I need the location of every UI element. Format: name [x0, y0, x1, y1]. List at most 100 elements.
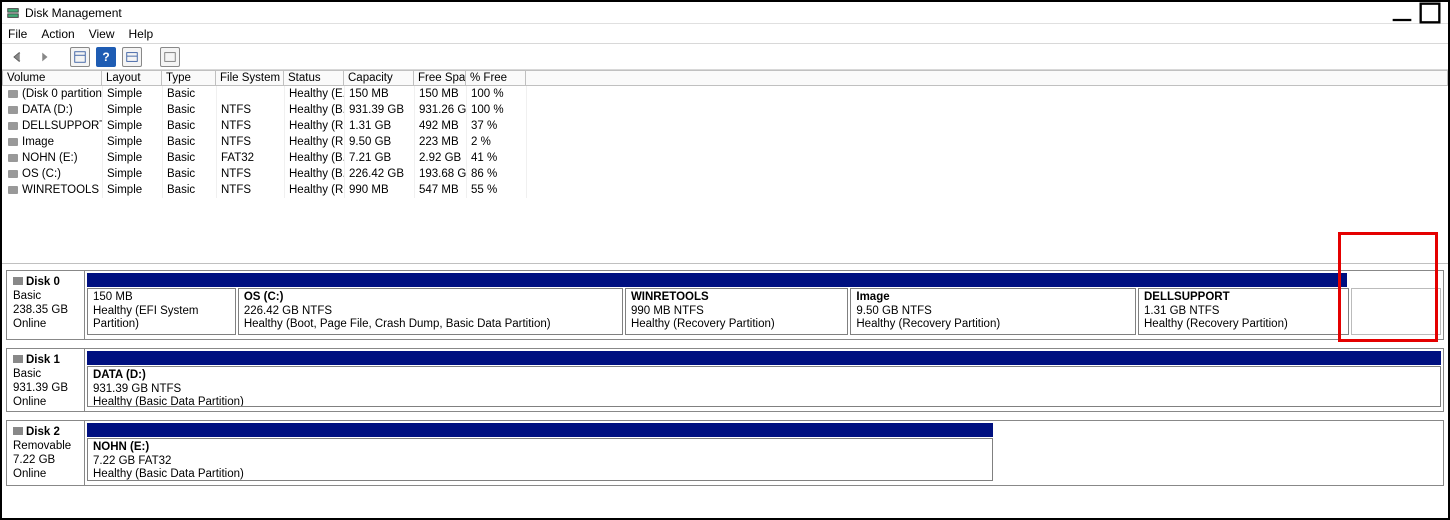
- cell: Healthy (E...: [284, 86, 344, 102]
- table-row[interactable]: (Disk 0 partition 1)SimpleBasicHealthy (…: [2, 86, 1448, 102]
- menu-view[interactable]: View: [89, 27, 115, 41]
- cell: Image: [2, 134, 102, 150]
- cell: 223 MB: [414, 134, 466, 150]
- volume-table: Volume Layout Type File System Status Ca…: [2, 70, 1448, 264]
- cell: Simple: [102, 166, 162, 182]
- volume-icon: [8, 170, 18, 178]
- partition-size: 1.31 GB NTFS: [1144, 305, 1343, 319]
- partition-title: OS (C:): [244, 291, 617, 305]
- app-icon: [6, 6, 20, 20]
- table-row[interactable]: OS (C:)SimpleBasicNTFSHealthy (B...226.4…: [2, 166, 1448, 182]
- cell: NTFS: [216, 182, 284, 198]
- title-bar: Disk Management: [2, 2, 1448, 24]
- partition-size: 990 MB NTFS: [631, 305, 842, 319]
- cell: Basic: [162, 166, 216, 182]
- col-layout[interactable]: Layout: [102, 70, 162, 86]
- volume-icon: [8, 90, 18, 98]
- toolbar-button-1[interactable]: [70, 47, 90, 67]
- table-row[interactable]: DATA (D:)SimpleBasicNTFSHealthy (B...931…: [2, 102, 1448, 118]
- cell: 492 MB: [414, 118, 466, 134]
- cell: 9.50 GB: [344, 134, 414, 150]
- table-row[interactable]: NOHN (E:)SimpleBasicFAT32Healthy (B...7.…: [2, 150, 1448, 166]
- partition-size: 7.22 GB FAT32: [93, 455, 987, 469]
- cell: 931.39 GB: [344, 102, 414, 118]
- partition-size: 931.39 GB NTFS: [93, 383, 1435, 397]
- cell: WINRETOOLS: [2, 182, 102, 198]
- disk-type: Basic: [13, 289, 78, 303]
- menu-action[interactable]: Action: [41, 27, 74, 41]
- cell: 990 MB: [344, 182, 414, 198]
- cell: 7.21 GB: [344, 150, 414, 166]
- cell: Basic: [162, 182, 216, 198]
- cell: (Disk 0 partition 1): [2, 86, 102, 102]
- partition-size: 9.50 GB NTFS: [856, 305, 1130, 319]
- cell: [526, 134, 1448, 150]
- col-status[interactable]: Status: [284, 70, 344, 86]
- cell: Basic: [162, 118, 216, 134]
- col-pctfree[interactable]: % Free: [466, 70, 526, 86]
- cell: [526, 182, 1448, 198]
- disk-block: Disk 0Basic238.35 GBOnline150 MBHealthy …: [6, 270, 1444, 340]
- col-filesystem[interactable]: File System: [216, 70, 284, 86]
- cell: Healthy (B...: [284, 166, 344, 182]
- partition[interactable]: WINRETOOLS990 MB NTFSHealthy (Recovery P…: [625, 288, 848, 335]
- unallocated-space[interactable]: [1351, 288, 1441, 335]
- forward-button[interactable]: [34, 47, 54, 67]
- toolbar-button-3[interactable]: [160, 47, 180, 67]
- disk-block: Disk 1Basic931.39 GBOnlineDATA (D:)931.3…: [6, 348, 1444, 412]
- back-button[interactable]: [8, 47, 28, 67]
- table-row[interactable]: ImageSimpleBasicNTFSHealthy (R...9.50 GB…: [2, 134, 1448, 150]
- volume-icon: [8, 122, 18, 130]
- cell: 547 MB: [414, 182, 466, 198]
- partition[interactable]: NOHN (E:)7.22 GB FAT32Healthy (Basic Dat…: [87, 438, 993, 481]
- partition-status: Healthy (Recovery Partition): [856, 318, 1130, 332]
- partition[interactable]: OS (C:)226.42 GB NTFSHealthy (Boot, Page…: [238, 288, 623, 335]
- minimize-button[interactable]: [1388, 4, 1416, 22]
- cell: 150 MB: [344, 86, 414, 102]
- menu-help[interactable]: Help: [129, 27, 154, 41]
- partition[interactable]: 150 MBHealthy (EFI System Partition): [87, 288, 236, 335]
- cell: Simple: [102, 118, 162, 134]
- partition-title: DATA (D:): [93, 369, 1435, 383]
- volume-icon: [8, 154, 18, 162]
- col-type[interactable]: Type: [162, 70, 216, 86]
- cell: DATA (D:): [2, 102, 102, 118]
- cell: NTFS: [216, 118, 284, 134]
- cell: OS (C:): [2, 166, 102, 182]
- table-row[interactable]: DELLSUPPORTSimpleBasicNTFSHealthy (R...1…: [2, 118, 1448, 134]
- cell: 1.31 GB: [344, 118, 414, 134]
- partition-status: Healthy (Boot, Page File, Crash Dump, Ba…: [244, 318, 617, 332]
- cell: 931.26 GB: [414, 102, 466, 118]
- col-volume[interactable]: Volume: [2, 70, 102, 86]
- partition[interactable]: Image9.50 GB NTFSHealthy (Recovery Parti…: [850, 288, 1136, 335]
- col-capacity[interactable]: Capacity: [344, 70, 414, 86]
- table-row[interactable]: WINRETOOLSSimpleBasicNTFSHealthy (R...99…: [2, 182, 1448, 198]
- toolbar-button-2[interactable]: [122, 47, 142, 67]
- disk-type: Removable: [13, 439, 78, 453]
- cell: [526, 166, 1448, 182]
- cell: DELLSUPPORT: [2, 118, 102, 134]
- col-spacer: [526, 70, 1448, 86]
- cell: Healthy (B...: [284, 150, 344, 166]
- disk-info[interactable]: Disk 1Basic931.39 GBOnline: [7, 349, 85, 411]
- disk-size: 931.39 GB: [13, 381, 78, 395]
- menu-file[interactable]: File: [8, 27, 27, 41]
- partition-status: Healthy (Recovery Partition): [631, 318, 842, 332]
- partition-size: 150 MB: [93, 291, 230, 305]
- disk-layout-pane: Disk 0Basic238.35 GBOnline150 MBHealthy …: [2, 264, 1448, 498]
- partition-header-strip: [87, 423, 993, 437]
- partition[interactable]: DELLSUPPORT1.31 GB NTFSHealthy (Recovery…: [1138, 288, 1349, 335]
- cell: Simple: [102, 86, 162, 102]
- disk-info[interactable]: Disk 2Removable7.22 GBOnline: [7, 421, 85, 485]
- partition-status: Healthy (EFI System Partition): [93, 305, 230, 332]
- disk-icon: [13, 277, 23, 285]
- col-freespace[interactable]: Free Spa...: [414, 70, 466, 86]
- partition-header-strip: [87, 351, 1441, 365]
- help-button[interactable]: ?: [96, 47, 116, 67]
- disk-type: Basic: [13, 367, 78, 381]
- maximize-button[interactable]: [1416, 4, 1444, 22]
- disk-partitions: 150 MBHealthy (EFI System Partition)OS (…: [85, 271, 1443, 339]
- disk-size: 7.22 GB: [13, 453, 78, 467]
- partition[interactable]: DATA (D:)931.39 GB NTFSHealthy (Basic Da…: [87, 366, 1441, 407]
- disk-info[interactable]: Disk 0Basic238.35 GBOnline: [7, 271, 85, 339]
